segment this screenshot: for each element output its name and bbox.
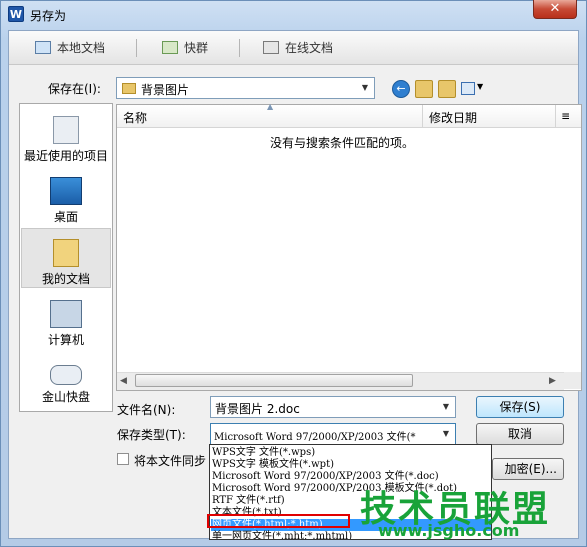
tab-divider bbox=[136, 39, 137, 57]
sync-checkbox[interactable] bbox=[117, 453, 129, 465]
kuaipan-icon bbox=[50, 365, 82, 385]
places-bar: 最近使用的项目 桌面 我的文档 计算机 金山快盘 bbox=[19, 103, 113, 412]
column-divider bbox=[422, 105, 423, 127]
cancel-button[interactable]: 取消 bbox=[476, 423, 564, 445]
filetype-value: Microsoft Word 97/2000/XP/2003 文件(* bbox=[214, 432, 416, 443]
filetype-label: 保存类型(T): bbox=[117, 428, 186, 442]
horizontal-scrollbar[interactable]: ◀ ▶ bbox=[117, 372, 564, 390]
filetype-option[interactable]: 单一网页文件(*.mht;*.mhtml) bbox=[212, 531, 352, 539]
tab-label: 在线文档 bbox=[285, 41, 334, 55]
view-menu-button[interactable]: ▼ bbox=[461, 80, 487, 98]
place-desktop[interactable]: 桌面 bbox=[21, 167, 111, 227]
scroll-left-icon[interactable]: ◀ bbox=[120, 376, 127, 386]
save-in-value: 背景图片 bbox=[141, 83, 190, 97]
place-label: 最近使用的项目 bbox=[23, 149, 108, 163]
title-bar[interactable]: W 另存为 ✕ bbox=[0, 0, 587, 30]
chevron-down-icon: ▼ bbox=[442, 402, 450, 411]
place-computer[interactable]: 计算机 bbox=[21, 290, 111, 350]
place-label: 桌面 bbox=[53, 210, 78, 224]
new-folder-button[interactable] bbox=[438, 80, 456, 98]
chevron-down-icon: ▼ bbox=[442, 429, 450, 438]
scrollbar-corner bbox=[564, 372, 581, 389]
chevron-down-icon: ▼ bbox=[477, 82, 484, 91]
group-icon bbox=[162, 41, 178, 54]
column-header-row: 名称 ▲ 修改日期 ≡ bbox=[117, 102, 581, 128]
cloud-doc-icon bbox=[263, 41, 279, 54]
column-header-modified[interactable]: 修改日期 bbox=[429, 109, 477, 126]
scroll-right-icon[interactable]: ▶ bbox=[549, 376, 556, 386]
save-in-label: 保存在(I): bbox=[48, 82, 101, 96]
filename-label: 文件名(N): bbox=[117, 403, 176, 417]
save-button[interactable]: 保存(S) bbox=[476, 396, 564, 418]
view-icon bbox=[461, 82, 475, 95]
computer-icon bbox=[50, 300, 82, 328]
place-kuaipan[interactable]: 金山快盘 bbox=[21, 351, 111, 411]
tab-online-documents[interactable]: 在线文档 bbox=[263, 31, 333, 64]
highlight-annotation-box bbox=[207, 514, 350, 528]
filename-input[interactable]: 背景图片 2.doc ▼ bbox=[210, 396, 456, 418]
column-header-truncated[interactable]: ≡ bbox=[561, 109, 569, 123]
back-button[interactable]: ← bbox=[392, 80, 410, 98]
documents-icon bbox=[53, 239, 79, 267]
filetype-option[interactable]: RTF 文件(*.rtf) bbox=[212, 495, 285, 507]
up-folder-button[interactable] bbox=[415, 80, 433, 98]
scrollbar-thumb[interactable] bbox=[135, 374, 413, 387]
place-recent[interactable]: 最近使用的项目 bbox=[21, 106, 111, 166]
wps-writer-icon: W bbox=[8, 6, 24, 22]
tab-label: 快群 bbox=[184, 41, 209, 55]
watermark-url: www.jsgho.com bbox=[378, 521, 520, 540]
column-divider bbox=[555, 105, 556, 127]
tab-label: 本地文档 bbox=[57, 41, 106, 55]
place-label: 金山快盘 bbox=[41, 390, 90, 404]
filename-value: 背景图片 2.doc bbox=[215, 402, 300, 416]
location-tab-bar: 本地文档 快群 在线文档 bbox=[9, 31, 578, 65]
save-in-combobox[interactable]: 背景图片 ▼ bbox=[116, 77, 375, 99]
tab-quick-group[interactable]: 快群 bbox=[162, 31, 208, 64]
filetype-option[interactable]: WPS文字 模板文件(*.wpt) bbox=[212, 459, 334, 471]
chevron-down-icon: ▼ bbox=[361, 83, 369, 92]
sort-ascending-icon: ▲ bbox=[267, 102, 274, 111]
close-button[interactable]: ✕ bbox=[533, 0, 577, 19]
desktop-icon bbox=[50, 177, 82, 205]
encrypt-button[interactable]: 加密(E)... bbox=[492, 458, 564, 480]
window-title: 另存为 bbox=[30, 9, 67, 23]
sync-checkbox-label: 将本文件同步 bbox=[134, 454, 207, 468]
folder-icon bbox=[122, 83, 136, 94]
computer-icon bbox=[35, 41, 51, 54]
place-label: 我的文档 bbox=[41, 272, 90, 286]
filetype-option[interactable]: WPS文字 文件(*.wps) bbox=[212, 447, 315, 459]
empty-list-message: 没有与搜索条件匹配的项。 bbox=[270, 136, 415, 150]
place-label: 计算机 bbox=[47, 333, 84, 347]
tab-local-documents[interactable]: 本地文档 bbox=[35, 31, 105, 64]
filetype-select[interactable]: Microsoft Word 97/2000/XP/2003 文件(* ▼ bbox=[210, 423, 456, 445]
place-my-documents[interactable]: 我的文档 bbox=[21, 228, 111, 288]
recent-icon bbox=[53, 116, 79, 144]
column-header-name[interactable]: 名称 bbox=[123, 109, 147, 126]
tab-divider bbox=[239, 39, 240, 57]
